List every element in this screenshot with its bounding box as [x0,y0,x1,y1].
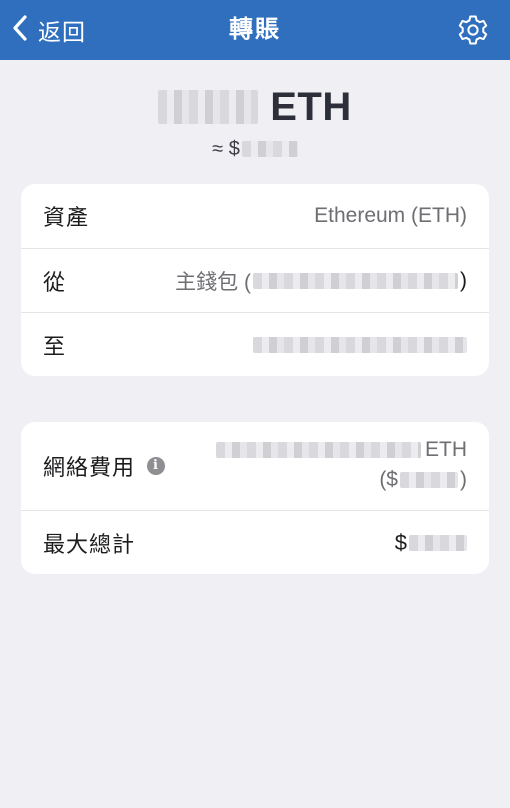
network-fee-currency: ETH [425,438,467,461]
fiat-prefix: ≈ $ [212,137,240,160]
network-fee-fiat-suffix: ) [460,468,467,491]
max-total-row: 最大總計 $ [21,510,489,574]
redacted-amount [158,89,259,124]
asset-row: 資產 Ethereum (ETH) [21,184,489,248]
to-row: 至 [21,312,489,376]
fiat-equivalent: ≈ $ [0,136,510,162]
network-fee-value: ETH ($ ) [216,436,467,494]
redacted-max-total [409,534,467,551]
max-total-label: 最大總計 [43,531,136,557]
to-value [253,313,467,376]
nav-bar: 返回 轉賬 [0,0,510,60]
redacted-fiat [241,141,298,157]
amount-currency: ETH [270,84,352,129]
info-icon[interactable]: i [147,457,166,475]
redacted-fee-amount [216,442,421,458]
max-total-value: $ [395,511,467,574]
from-value: 主錢包 ( ) [175,249,467,312]
max-total-prefix: $ [394,529,407,555]
fee-card: 網絡費用 i ETH ($ ) 最大總計 $ [21,422,489,574]
asset-label: 資產 [43,205,90,230]
amount-display: ETH [0,82,510,132]
from-row: 從 主錢包 ( ) [21,248,489,312]
network-fee-label: 網絡費用 [43,455,136,480]
redacted-to-address [253,336,467,353]
redacted-fee-fiat [400,472,458,488]
from-label: 從 [43,269,67,295]
network-fee-row: 網絡費用 i ETH ($ ) [21,422,489,510]
network-fee-label-group: 網絡費用 i [43,422,166,510]
asset-value: Ethereum (ETH) [314,204,467,227]
to-label: 至 [43,333,67,359]
network-fee-fiat-prefix: ($ [379,468,398,491]
transfer-details-card: 資產 Ethereum (ETH) 從 主錢包 ( ) 至 [21,184,489,376]
amount-value: ETH [158,85,352,130]
from-wallet-name: 主錢包 ( [175,270,251,294]
page-title: 轉賬 [229,16,281,43]
gear-icon[interactable] [456,13,490,47]
redacted-from-address [253,272,458,289]
from-value-suffix: ) [460,268,467,292]
